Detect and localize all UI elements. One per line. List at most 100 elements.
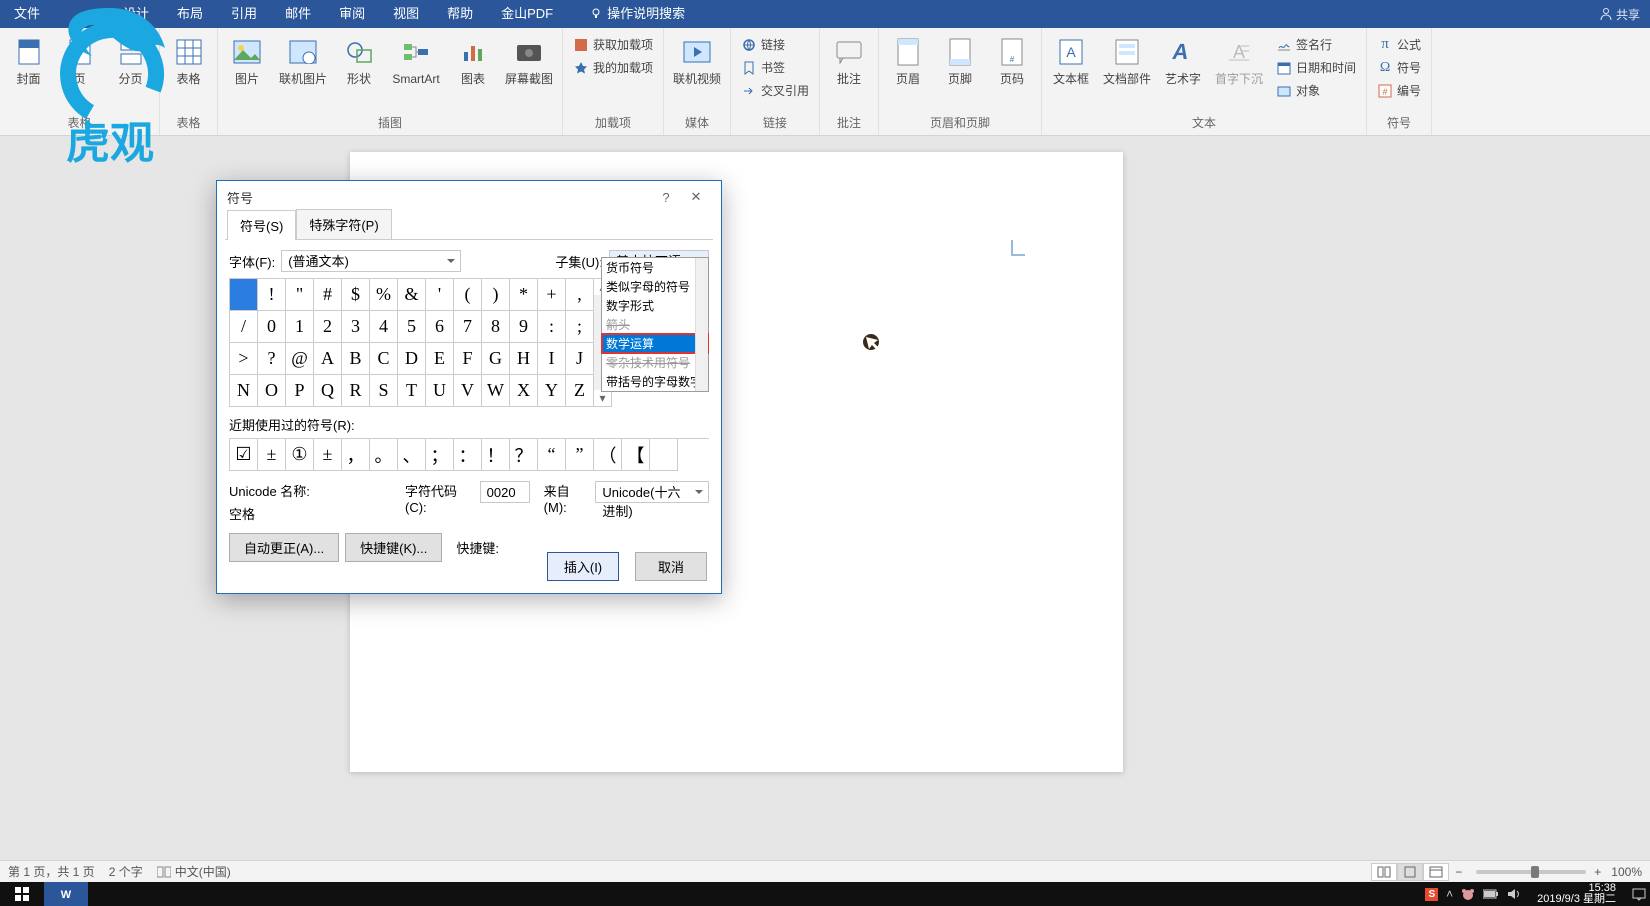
char-cell[interactable]: S: [370, 375, 398, 407]
view-web-layout[interactable]: [1423, 863, 1449, 881]
tray-sogou-icon[interactable]: S: [1425, 888, 1438, 901]
char-cell[interactable]: >: [230, 343, 258, 375]
char-cell[interactable]: T: [398, 375, 426, 407]
char-cell[interactable]: W: [482, 375, 510, 407]
char-cell[interactable]: :: [538, 311, 566, 343]
char-cell[interactable]: D: [398, 343, 426, 375]
hyperlink-button[interactable]: 链接: [735, 34, 815, 55]
char-cell[interactable]: /: [230, 311, 258, 343]
blank-page-button[interactable]: 页: [55, 32, 104, 86]
char-cell[interactable]: X: [510, 375, 538, 407]
menu-help[interactable]: 帮助: [433, 0, 487, 28]
char-cell[interactable]: F: [454, 343, 482, 375]
char-cell[interactable]: ": [286, 279, 314, 311]
char-cell[interactable]: (: [454, 279, 482, 311]
tray-up-icon[interactable]: ˄: [1446, 887, 1453, 901]
recent-char-cell[interactable]: ？: [510, 439, 538, 471]
zoom-slider[interactable]: [1476, 870, 1586, 874]
screenshot-button[interactable]: 屏幕截图: [500, 32, 558, 86]
recent-char-cell[interactable]: ：: [454, 439, 482, 471]
char-cell[interactable]: B: [342, 343, 370, 375]
tab-symbols[interactable]: 符号(S): [227, 210, 296, 240]
char-cell[interactable]: @: [286, 343, 314, 375]
menu-review[interactable]: 审阅: [325, 0, 379, 28]
char-cell[interactable]: 0: [258, 311, 286, 343]
taskbar-clock[interactable]: 15:38 2019/9/3 星期二: [1529, 882, 1624, 906]
zoom-out-button[interactable]: −: [1455, 865, 1462, 879]
from-select[interactable]: Unicode(十六进制): [595, 481, 709, 503]
char-cell[interactable]: [230, 279, 258, 311]
subset-option[interactable]: 零杂技术用符号: [602, 353, 708, 372]
datetime-button[interactable]: 日期和时间: [1270, 57, 1362, 78]
char-cell[interactable]: ?: [258, 343, 286, 375]
subset-option[interactable]: 货币符号: [602, 258, 708, 277]
subset-option[interactable]: 类似字母的符号: [602, 277, 708, 296]
bookmark-button[interactable]: 书签: [735, 57, 815, 78]
subset-option[interactable]: 数字形式: [602, 296, 708, 315]
font-select[interactable]: (普通文本): [281, 250, 461, 272]
char-cell[interactable]: $: [342, 279, 370, 311]
my-addins-button[interactable]: 我的加载项: [567, 57, 659, 78]
recent-char-cell[interactable]: ①: [286, 439, 314, 471]
recent-char-cell[interactable]: ±: [258, 439, 286, 471]
char-cell[interactable]: 5: [398, 311, 426, 343]
menu-mail[interactable]: 邮件: [271, 0, 325, 28]
number-button[interactable]: #编号: [1371, 80, 1427, 101]
char-cell[interactable]: 3: [342, 311, 370, 343]
recent-char-cell[interactable]: 。: [370, 439, 398, 471]
char-cell[interactable]: U: [426, 375, 454, 407]
subset-option[interactable]: 数学运算: [602, 334, 708, 353]
tell-me-search[interactable]: 操作说明搜索: [575, 0, 699, 28]
object-button[interactable]: 对象: [1270, 80, 1362, 101]
cancel-button[interactable]: 取消: [635, 552, 707, 581]
char-cell[interactable]: 7: [454, 311, 482, 343]
char-cell[interactable]: O: [258, 375, 286, 407]
online-picture-button[interactable]: 联机图片: [274, 32, 332, 86]
char-cell[interactable]: 9: [510, 311, 538, 343]
autocorrect-button[interactable]: 自动更正(A)...: [229, 533, 339, 562]
menu-file[interactable]: 文件: [0, 0, 54, 28]
recent-char-cell[interactable]: ”: [566, 439, 594, 471]
footer-button[interactable]: 页脚: [935, 32, 985, 86]
get-addins-button[interactable]: 获取加载项: [567, 34, 659, 55]
char-cell[interactable]: !: [258, 279, 286, 311]
char-grid[interactable]: !"#$%&'()*+,/0123456789:;>?@ABCDEFGHIJNO…: [229, 278, 594, 407]
recent-char-cell[interactable]: “: [538, 439, 566, 471]
menu-reference[interactable]: 引用: [217, 0, 271, 28]
smartart-button[interactable]: SmartArt: [386, 32, 446, 86]
crossref-button[interactable]: 交叉引用: [735, 80, 815, 101]
dialog-help-button[interactable]: ?: [651, 190, 681, 205]
recent-char-cell[interactable]: ！: [482, 439, 510, 471]
char-cell[interactable]: J: [566, 343, 594, 375]
char-cell[interactable]: 2: [314, 311, 342, 343]
tray-volume-icon[interactable]: [1507, 888, 1521, 900]
scroll-down-icon[interactable]: ▾: [594, 390, 611, 406]
recent-symbols[interactable]: ☑±①±，。、；：！？“”（【: [229, 438, 709, 471]
menu-insert-hidden[interactable]: [54, 0, 109, 28]
tray-notifications-icon[interactable]: [1632, 887, 1646, 901]
header-button[interactable]: 页眉: [883, 32, 933, 86]
status-lang[interactable]: 中文(中国): [157, 863, 231, 880]
char-cell[interactable]: +: [538, 279, 566, 311]
status-words[interactable]: 2 个字: [109, 863, 143, 880]
equation-button[interactable]: π公式: [1371, 34, 1427, 55]
char-cell[interactable]: N: [230, 375, 258, 407]
subset-option[interactable]: 带括号的字母数字: [602, 372, 708, 391]
recent-char-cell[interactable]: （: [594, 439, 622, 471]
char-cell[interactable]: *: [510, 279, 538, 311]
recent-char-cell[interactable]: 【: [622, 439, 650, 471]
zoom-in-button[interactable]: +: [1594, 865, 1601, 879]
char-cell[interactable]: I: [538, 343, 566, 375]
subset-dropdown-list[interactable]: 货币符号类似字母的符号数字形式箭头数学运算零杂技术用符号带括号的字母数字: [601, 257, 709, 392]
comment-button[interactable]: 批注: [824, 32, 874, 86]
char-cell[interactable]: #: [314, 279, 342, 311]
symbol-button[interactable]: Ω符号: [1371, 57, 1427, 78]
char-cell[interactable]: 1: [286, 311, 314, 343]
share-button[interactable]: 共享: [1599, 6, 1640, 23]
recent-char-cell[interactable]: ；: [426, 439, 454, 471]
recent-char-cell[interactable]: ±: [314, 439, 342, 471]
online-video-button[interactable]: 联机视频: [668, 32, 726, 86]
char-cell[interactable]: A: [314, 343, 342, 375]
char-cell[interactable]: 4: [370, 311, 398, 343]
recent-char-cell[interactable]: ，: [342, 439, 370, 471]
